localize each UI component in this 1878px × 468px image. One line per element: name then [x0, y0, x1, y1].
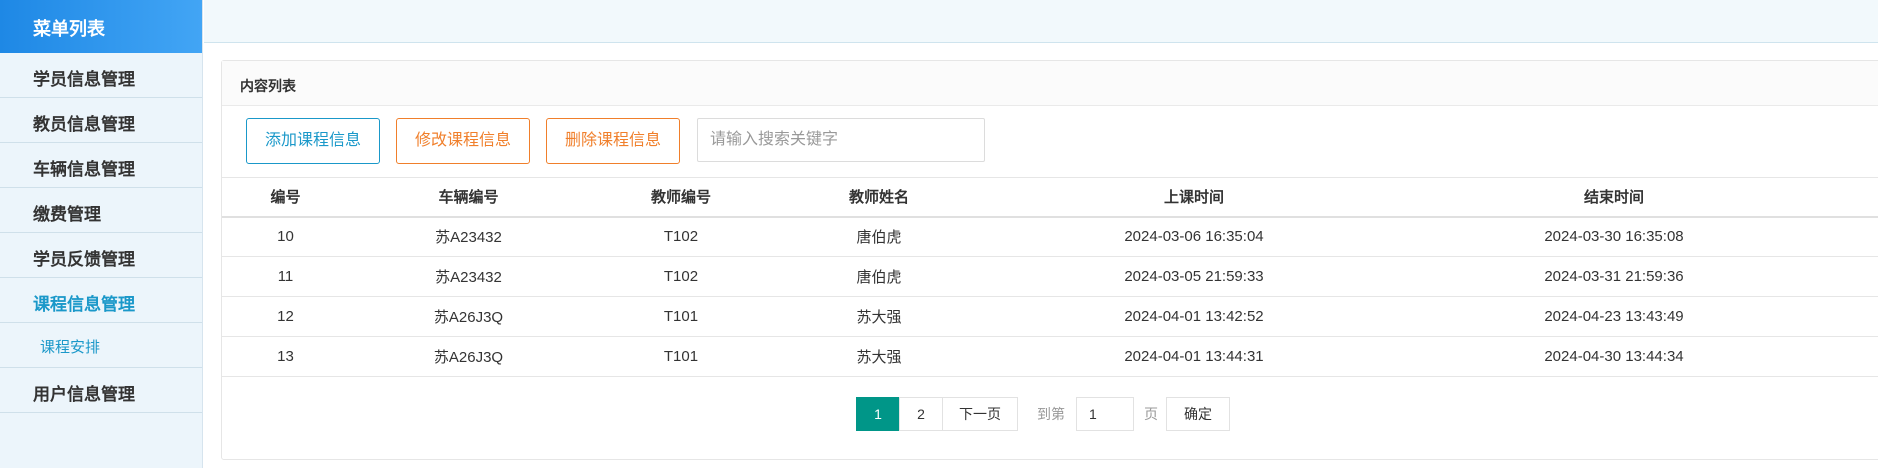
- table-row[interactable]: 10 苏A23432 T102 唐伯虎 2024-03-06 16:35:04 …: [222, 216, 1878, 257]
- cell-start-time: 2024-03-05 21:59:33: [984, 256, 1404, 297]
- course-table: 编号 车辆编号 教师编号 教师姓名 上课时间 结束时间 10 苏A23432 T…: [222, 177, 1878, 377]
- sidebar-item-user-info[interactable]: 用户信息管理: [0, 368, 202, 413]
- sidebar-title: 菜单列表: [0, 0, 202, 53]
- cell-teacher-no: T102: [588, 216, 774, 257]
- sidebar-item-student-info[interactable]: 学员信息管理: [0, 53, 202, 98]
- cell-id: 11: [222, 256, 349, 297]
- page-unit-label: 页: [1144, 406, 1158, 422]
- cell-extra: [1824, 296, 1878, 337]
- header-vehicle-no[interactable]: 车辆编号: [349, 177, 588, 218]
- search-input[interactable]: [697, 118, 985, 162]
- cell-start-time: 2024-04-01 13:44:31: [984, 336, 1404, 377]
- page-1-button[interactable]: 1: [856, 397, 900, 431]
- cell-id: 10: [222, 216, 349, 257]
- content-panel: 内容列表 添加课程信息 修改课程信息 删除课程信息 编号 车辆编号 教师编号 教…: [221, 60, 1878, 460]
- header-end-time[interactable]: 结束时间: [1404, 177, 1824, 218]
- cell-extra: [1824, 256, 1878, 297]
- header-teacher-name[interactable]: 教师姓名: [774, 177, 984, 218]
- sidebar: 菜单列表 学员信息管理 教员信息管理 车辆信息管理 缴费管理 学员反馈管理 课程…: [0, 0, 203, 468]
- next-page-button[interactable]: 下一页: [942, 397, 1018, 431]
- table-row[interactable]: 12 苏A26J3Q T101 苏大强 2024-04-01 13:42:52 …: [222, 296, 1878, 337]
- cell-id: 13: [222, 336, 349, 377]
- sidebar-item-feedback[interactable]: 学员反馈管理: [0, 233, 202, 278]
- cell-vehicle-no: 苏A23432: [349, 216, 588, 257]
- cell-id: 12: [222, 296, 349, 337]
- cell-end-time: 2024-03-31 21:59:36: [1404, 256, 1824, 297]
- cell-extra: [1824, 216, 1878, 257]
- page-2-button[interactable]: 2: [899, 397, 943, 431]
- goto-page-input[interactable]: [1076, 397, 1134, 431]
- cell-teacher-no: T101: [588, 296, 774, 337]
- header-extra: [1824, 177, 1878, 218]
- cell-teacher-name: 唐伯虎: [774, 216, 984, 257]
- cell-vehicle-no: 苏A26J3Q: [349, 296, 588, 337]
- delete-course-button[interactable]: 删除课程信息: [546, 118, 680, 164]
- cell-end-time: 2024-04-23 13:43:49: [1404, 296, 1824, 337]
- table-row[interactable]: 13 苏A26J3Q T101 苏大强 2024-04-01 13:44:31 …: [222, 336, 1878, 377]
- cell-teacher-name: 唐伯虎: [774, 256, 984, 297]
- header-start-time[interactable]: 上课时间: [984, 177, 1404, 218]
- goto-label: 到第: [1037, 406, 1065, 422]
- cell-extra: [1824, 336, 1878, 377]
- cell-end-time: 2024-04-30 13:44:34: [1404, 336, 1824, 377]
- cell-teacher-name: 苏大强: [774, 336, 984, 377]
- sidebar-item-course-info[interactable]: 课程信息管理: [0, 278, 202, 323]
- table-header-row: 编号 车辆编号 教师编号 教师姓名 上课时间 结束时间: [222, 177, 1878, 218]
- cell-teacher-no: T101: [588, 336, 774, 377]
- cell-start-time: 2024-04-01 13:42:52: [984, 296, 1404, 337]
- cell-start-time: 2024-03-06 16:35:04: [984, 216, 1404, 257]
- cell-teacher-no: T102: [588, 256, 774, 297]
- panel-title: 内容列表: [222, 61, 1878, 106]
- add-course-button[interactable]: 添加课程信息: [246, 118, 380, 164]
- table-row[interactable]: 11 苏A23432 T102 唐伯虎 2024-03-05 21:59:33 …: [222, 256, 1878, 297]
- cell-vehicle-no: 苏A26J3Q: [349, 336, 588, 377]
- top-bar: [204, 0, 1878, 43]
- header-id[interactable]: 编号: [222, 177, 349, 218]
- confirm-button[interactable]: 确定: [1166, 397, 1230, 431]
- edit-course-button[interactable]: 修改课程信息: [396, 118, 530, 164]
- cell-vehicle-no: 苏A23432: [349, 256, 588, 297]
- cell-teacher-name: 苏大强: [774, 296, 984, 337]
- sidebar-item-instructor-info[interactable]: 教员信息管理: [0, 98, 202, 143]
- sidebar-item-payment[interactable]: 缴费管理: [0, 188, 202, 233]
- cell-end-time: 2024-03-30 16:35:08: [1404, 216, 1824, 257]
- sidebar-subitem-schedule[interactable]: 课程安排: [0, 323, 202, 368]
- sidebar-item-vehicle-info[interactable]: 车辆信息管理: [0, 143, 202, 188]
- header-teacher-no[interactable]: 教师编号: [588, 177, 774, 218]
